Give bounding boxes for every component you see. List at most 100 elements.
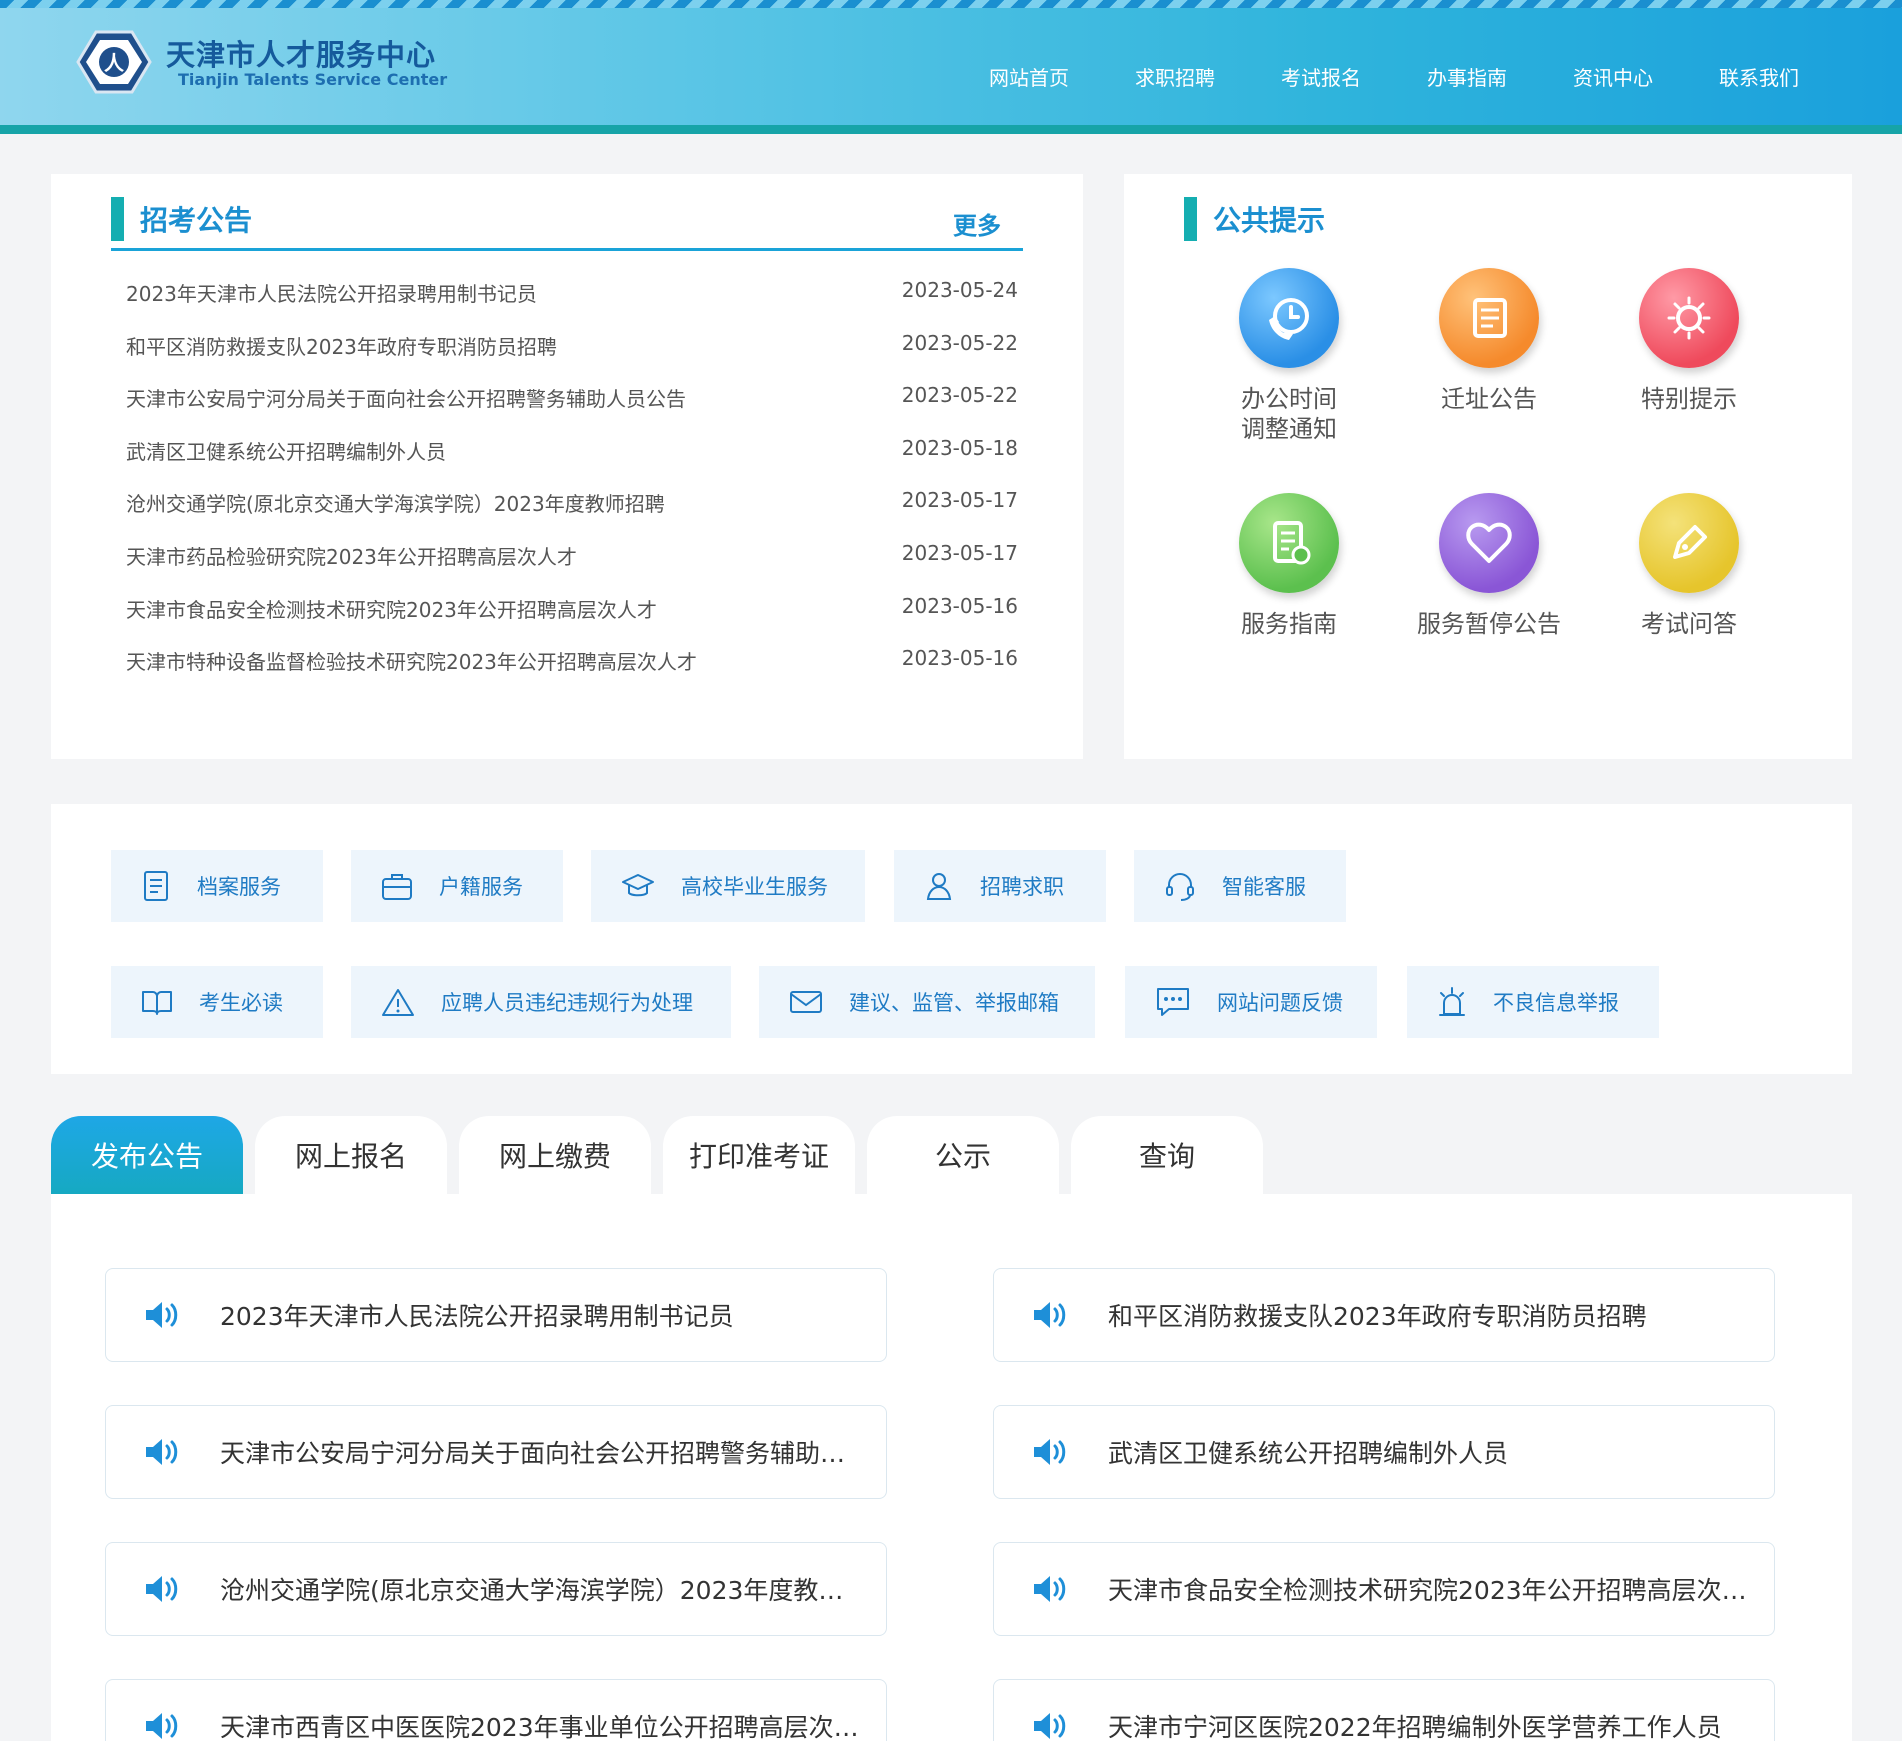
- notice-item-title[interactable]: 沧州交通学院(原北京交通大学海滨学院）2023年度教师招聘: [126, 488, 665, 541]
- service-label: 应聘人员违纪违规行为处理: [441, 991, 693, 1015]
- list-item[interactable]: 天津市食品安全检测技术研究院2023年公开招聘高层次人才 2023-05-16: [126, 594, 1018, 647]
- heart-icon[interactable]: [1439, 493, 1539, 593]
- bulletin-card[interactable]: 武清区卫健系统公开招聘编制外人员: [993, 1405, 1775, 1499]
- tip-office-hours[interactable]: 办公时间 调整通知: [1209, 268, 1369, 444]
- service-harmful-info-report[interactable]: 不良信息举报: [1407, 966, 1659, 1038]
- service-recruitment[interactable]: 招聘求职: [894, 850, 1106, 922]
- nav-home[interactable]: 网站首页: [956, 62, 1102, 91]
- clock-phone-icon[interactable]: [1239, 268, 1339, 368]
- tip-label: 服务暂停公告: [1417, 610, 1561, 638]
- bulletin-title[interactable]: 天津市公安局宁河分局关于面向社会公开招聘警务辅助人...: [220, 1434, 860, 1470]
- header-stripe: [0, 0, 1902, 8]
- bulletin-card[interactable]: 天津市西青区中医医院2023年事业单位公开招聘高层次及...: [105, 1679, 887, 1741]
- tab-online-payment[interactable]: 网上缴费: [459, 1116, 651, 1194]
- service-label: 招聘求职: [980, 875, 1064, 899]
- bulletin-title[interactable]: 天津市西青区中医医院2023年事业单位公开招聘高层次及...: [220, 1708, 860, 1741]
- notice-item-date: 2023-05-17: [901, 540, 1018, 565]
- nav-news[interactable]: 资讯中心: [1540, 62, 1686, 91]
- list-item[interactable]: 沧州交通学院(原北京交通大学海滨学院）2023年度教师招聘 2023-05-17: [126, 488, 1018, 541]
- list-item[interactable]: 天津市药品检验研究院2023年公开招聘高层次人才 2023-05-17: [126, 541, 1018, 594]
- notice-item-title[interactable]: 天津市食品安全检测技术研究院2023年公开招聘高层次人才: [126, 594, 657, 647]
- tab-publicity[interactable]: 公示: [867, 1116, 1059, 1194]
- tip-special[interactable]: 特别提示: [1609, 268, 1769, 414]
- list-item[interactable]: 2023年天津市人民法院公开招录聘用制书记员 2023-05-24: [126, 278, 1018, 331]
- tab-publish-notice[interactable]: 发布公告: [51, 1116, 243, 1194]
- bulletin-title[interactable]: 天津市食品安全检测技术研究院2023年公开招聘高层次人才: [1108, 1571, 1748, 1607]
- bulletin-title[interactable]: 和平区消防救援支队2023年政府专职消防员招聘: [1108, 1297, 1748, 1333]
- guide-icon[interactable]: [1239, 493, 1339, 593]
- warning-icon: [382, 989, 414, 1016]
- tip-label: 服务指南: [1241, 610, 1337, 638]
- list-item[interactable]: 和平区消防救援支队2023年政府专职消防员招聘 2023-05-22: [126, 331, 1018, 384]
- person-icon: [926, 873, 952, 900]
- tab-online-registration[interactable]: 网上报名: [255, 1116, 447, 1194]
- logo-emblem-icon[interactable]: 人: [74, 28, 154, 96]
- notice-item-title[interactable]: 天津市特种设备监督检验技术研究院2023年公开招聘高层次人才: [126, 646, 697, 699]
- bulletin-title[interactable]: 天津市宁河区医院2022年招聘编制外医学营养工作人员: [1108, 1708, 1748, 1741]
- tip-label: 迁址公告: [1441, 385, 1537, 413]
- bulletin-title[interactable]: 沧州交通学院(原北京交通大学海滨学院）2023年度教师招...: [220, 1571, 860, 1607]
- tips-title: 公共提示: [1213, 204, 1326, 237]
- section-marker: [111, 197, 124, 241]
- bulletin-title[interactable]: 2023年天津市人民法院公开招录聘用制书记员: [220, 1297, 860, 1333]
- document-icon[interactable]: [1439, 268, 1539, 368]
- tab-query[interactable]: 查询: [1071, 1116, 1263, 1194]
- notice-title: 招考公告: [140, 204, 253, 237]
- notice-item-date: 2023-05-16: [901, 646, 1018, 671]
- headset-icon: [1166, 873, 1194, 901]
- bulletin-card[interactable]: 天津市食品安全检测技术研究院2023年公开招聘高层次人才: [993, 1542, 1775, 1636]
- lightbulb-icon[interactable]: [1639, 268, 1739, 368]
- nav-exam[interactable]: 考试报名: [1248, 62, 1394, 91]
- service-candidate-notice[interactable]: 考生必读: [111, 966, 323, 1038]
- nav-contact[interactable]: 联系我们: [1686, 62, 1832, 91]
- main-nav: 网站首页 求职招聘 考试报名 办事指南 资讯中心 联系我们: [956, 62, 1832, 91]
- speaker-icon: [146, 1302, 178, 1328]
- bulletin-card[interactable]: 2023年天津市人民法院公开招录聘用制书记员: [105, 1268, 887, 1362]
- tip-label: 考试问答: [1641, 610, 1737, 638]
- site-header: 人 天津市人才服务中心 Tianjin Talents Service Cent…: [0, 0, 1902, 134]
- speaker-icon: [1034, 1713, 1066, 1739]
- nav-guide[interactable]: 办事指南: [1394, 62, 1540, 91]
- service-archive[interactable]: 档案服务: [111, 850, 323, 922]
- speaker-icon: [1034, 1439, 1066, 1465]
- tip-exam-qa[interactable]: 考试问答: [1609, 493, 1769, 639]
- tip-relocation[interactable]: 迁址公告: [1409, 268, 1569, 414]
- service-report-mailbox[interactable]: 建议、监管、举报邮箱: [759, 966, 1095, 1038]
- section-marker: [1184, 197, 1197, 241]
- notice-item-title[interactable]: 2023年天津市人民法院公开招录聘用制书记员: [126, 278, 537, 331]
- service-violation-handling[interactable]: 应聘人员违纪违规行为处理: [351, 966, 731, 1038]
- notice-item-title[interactable]: 武清区卫健系统公开招聘编制外人员: [126, 436, 446, 489]
- service-customer-support[interactable]: 智能客服: [1134, 850, 1346, 922]
- bulletin-card[interactable]: 天津市公安局宁河分局关于面向社会公开招聘警务辅助人...: [105, 1405, 887, 1499]
- service-site-feedback[interactable]: 网站问题反馈: [1125, 966, 1377, 1038]
- list-item[interactable]: 天津市公安局宁河分局关于面向社会公开招聘警务辅助人员公告 2023-05-22: [126, 383, 1018, 436]
- notice-item-title[interactable]: 和平区消防救援支队2023年政府专职消防员招聘: [126, 331, 557, 384]
- tip-service-guide[interactable]: 服务指南: [1209, 493, 1369, 639]
- service-graduates[interactable]: 高校毕业生服务: [591, 850, 865, 922]
- recruitment-notice-panel: 招考公告 更多 2023年天津市人民法院公开招录聘用制书记员 2023-05-24…: [51, 174, 1083, 759]
- nav-jobs[interactable]: 求职招聘: [1102, 62, 1248, 91]
- notice-item-title[interactable]: 天津市公安局宁河分局关于面向社会公开招聘警务辅助人员公告: [126, 383, 686, 436]
- logo-title[interactable]: 天津市人才服务中心: [166, 32, 436, 74]
- service-household[interactable]: 户籍服务: [351, 850, 563, 922]
- bulletin-card[interactable]: 天津市宁河区医院2022年招聘编制外医学营养工作人员: [993, 1679, 1775, 1741]
- bulletin-board: 2023年天津市人民法院公开招录聘用制书记员 和平区消防救援支队2023年政府专…: [51, 1194, 1852, 1741]
- notice-item-date: 2023-05-22: [901, 383, 1018, 408]
- logo-subtitle: Tianjin Talents Service Center: [178, 70, 448, 89]
- notice-item-title[interactable]: 天津市药品检验研究院2023年公开招聘高层次人才: [126, 541, 577, 594]
- speaker-icon: [1034, 1576, 1066, 1602]
- notice-item-date: 2023-05-17: [901, 488, 1018, 513]
- notice-list: 2023年天津市人民法院公开招录聘用制书记员 2023-05-24 和平区消防救援…: [126, 278, 1018, 699]
- bulletin-title[interactable]: 武清区卫健系统公开招聘编制外人员: [1108, 1434, 1748, 1470]
- list-item[interactable]: 天津市特种设备监督检验技术研究院2023年公开招聘高层次人才 2023-05-16: [126, 646, 1018, 699]
- list-item[interactable]: 武清区卫健系统公开招聘编制外人员 2023-05-18: [126, 436, 1018, 489]
- more-link[interactable]: 更多: [953, 206, 1001, 241]
- pen-icon[interactable]: [1639, 493, 1739, 593]
- tip-service-suspension[interactable]: 服务暂停公告: [1409, 493, 1569, 639]
- service-label: 网站问题反馈: [1217, 991, 1343, 1015]
- tab-print-admission[interactable]: 打印准考证: [663, 1116, 855, 1194]
- bulletin-card[interactable]: 和平区消防救援支队2023年政府专职消防员招聘: [993, 1268, 1775, 1362]
- alarm-icon: [1439, 987, 1465, 1016]
- briefcase-icon: [382, 874, 412, 900]
- bulletin-card[interactable]: 沧州交通学院(原北京交通大学海滨学院）2023年度教师招...: [105, 1542, 887, 1636]
